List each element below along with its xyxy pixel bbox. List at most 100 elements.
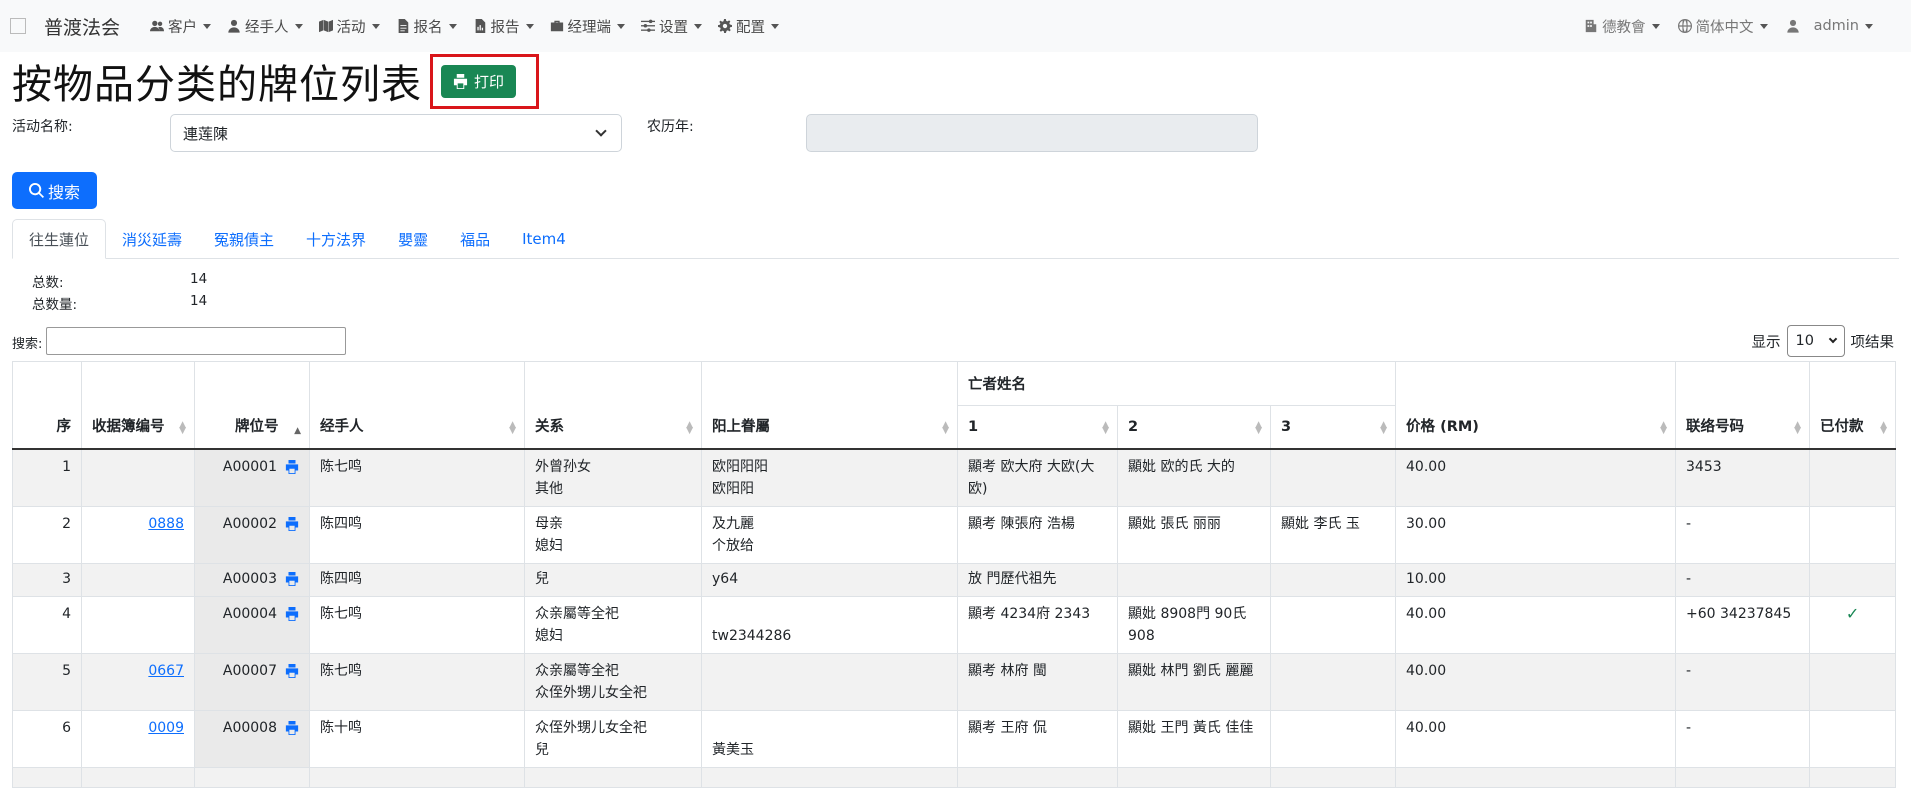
gear-icon [718, 19, 733, 33]
cell-relation: 众亲屬等全祀 媳妇 [524, 595, 702, 654]
cell-receipt: 0009 [81, 709, 195, 768]
building-icon [1585, 19, 1597, 33]
cell-deceased-2 [1117, 562, 1271, 597]
col-plate[interactable]: 牌位号 ▲ [194, 361, 310, 449]
nav-manager[interactable]: 经理端 [550, 16, 626, 37]
sort-icon: ▲ ▼ [1880, 419, 1888, 436]
printer-icon[interactable] [285, 516, 299, 531]
sort-icon: ▲ ▼ [1102, 419, 1109, 436]
cell-receipt: 0667 [81, 652, 195, 711]
col-deceased-3-label: 3 [1281, 418, 1292, 435]
tab-rebirth[interactable]: 往生蓮位 [12, 219, 107, 259]
nav-config[interactable]: 配置 [718, 16, 780, 37]
receipt-link[interactable]: 0888 [148, 516, 184, 532]
relation-line: 兒 [535, 741, 549, 758]
tab-ten-directions[interactable]: 十方法界 [290, 219, 382, 259]
caret-down-icon [294, 23, 303, 29]
nav-label: 报名 [413, 19, 443, 36]
relation-line: 众侄外甥儿女全祀 [535, 684, 647, 701]
print-label: 打印 [474, 72, 505, 91]
printer-icon[interactable] [285, 663, 299, 678]
col-handler[interactable]: 经手人 ▲ ▼ [309, 361, 525, 449]
relation-line: 母亲 [535, 515, 563, 532]
cell-handler: 陈七鸣 [309, 595, 525, 654]
receipt-link[interactable]: 0009 [148, 720, 184, 736]
col-residence[interactable]: 阳上眷屬 ▲ ▼ [701, 361, 958, 449]
col-receipt[interactable]: 收据簿编号 ▲ ▼ [81, 361, 195, 449]
cell-contact: - [1675, 652, 1811, 711]
col-residence-label: 阳上眷屬 [712, 418, 770, 435]
cell-relation: 众亲屬等全祀 众侄外甥儿女全祀 [524, 652, 702, 711]
tab-longevity[interactable]: 消災延壽 [106, 219, 198, 259]
nav-org-selector[interactable]: 德教會 [1584, 16, 1660, 37]
cell-handler: 陈四鸣 [309, 505, 525, 564]
cell-seq: 2 [12, 505, 82, 564]
tab-blessing-items[interactable]: 福品 [444, 219, 506, 259]
receipt-link[interactable]: 0667 [148, 663, 184, 679]
col-deceased-group-label: 亡者姓名 [968, 377, 1026, 393]
col-paid[interactable]: 已付款 ▲ ▼ [1809, 361, 1897, 449]
cell-deceased-3 [1269, 448, 1397, 507]
col-deceased-2[interactable]: 2 ▲ ▼ [1117, 405, 1271, 449]
globe-icon [1677, 19, 1692, 33]
col-plate-label: 牌位号 [235, 418, 279, 435]
col-price[interactable]: 价格 (RM) ▲ ▼ [1395, 361, 1677, 449]
cell-plate: A00004 [194, 595, 310, 654]
show-label: 显示 [1751, 334, 1781, 351]
users-icon [150, 20, 165, 32]
nav-events[interactable]: 活动 [318, 16, 380, 37]
col-relation[interactable]: 关系 ▲ ▼ [524, 361, 702, 449]
table-search-input[interactable] [46, 327, 346, 355]
search-button-label: 搜索 [47, 182, 80, 202]
relation-line: 媳妇 [535, 627, 563, 644]
printer-icon[interactable] [285, 459, 299, 474]
total-value: 14 [190, 271, 208, 287]
cell-deceased-1: 放 門歷代祖先 [957, 562, 1118, 597]
nav-label: 报告 [490, 19, 520, 36]
plate-number: A00002 [222, 515, 277, 532]
sort-icon: ▲ ▼ [1660, 419, 1668, 436]
nav-label: 设置 [659, 19, 689, 36]
nav-registration[interactable]: 报名 [396, 16, 457, 37]
col-seq[interactable]: 序 [12, 361, 82, 449]
cell-deceased-1: 顯考 欧大府 大欧(大欧) [957, 448, 1118, 507]
tab-infant-spirits[interactable]: 嬰靈 [382, 219, 444, 259]
cell-deceased-2: 顯妣 8908門 90氏 908 [1117, 595, 1271, 654]
cell-receipt [81, 595, 195, 654]
col-deceased-1[interactable]: 1 ▲ ▼ [957, 405, 1118, 449]
map-icon [318, 19, 333, 33]
sort-icon: ▲ ▼ [1794, 419, 1802, 436]
tab-karmic-creditors[interactable]: 冤親債主 [198, 219, 290, 259]
residence-line: 个放给 [712, 537, 754, 554]
printer-icon[interactable] [285, 571, 299, 586]
page-length-select[interactable]: 10 [1786, 325, 1845, 357]
search-button[interactable]: 搜索 [12, 172, 97, 209]
nav-handlers[interactable]: 经手人 [227, 16, 303, 37]
col-paid-label: 已付款 [1820, 418, 1864, 435]
col-contact[interactable]: 联络号码 ▲ ▼ [1675, 361, 1811, 449]
relation-line: 外曾孙女 [535, 458, 591, 475]
nav-reports[interactable]: 报告 [473, 16, 534, 37]
nav-right: 德教會 简体中文 admin [1584, 0, 1891, 52]
col-price-label: 价格 (RM) [1406, 418, 1479, 435]
nav-language-selector[interactable]: 简体中文 [1677, 16, 1768, 37]
cell-paid [1809, 709, 1897, 768]
col-deceased-3[interactable]: 3 ▲ ▼ [1269, 405, 1397, 449]
nav-customers[interactable]: 客户 [150, 16, 212, 37]
plate-number: A00004 [222, 605, 277, 622]
print-button[interactable]: 打印 [441, 64, 517, 98]
filter-row: 活动名称: 連莲陳 农历年: [0, 112, 1911, 166]
table-row: 1 A00001 陈七鸣 外曾孙女 其他 欧阳阳阳 欧阳阳 顯考 欧大府 大欧(大欧) 顯妣 欧… [12, 448, 1897, 507]
relation-line: 众亲屬等全祀 [535, 605, 619, 622]
sort-icon: ▲ ▼ [686, 419, 693, 436]
cell-contact: - [1675, 505, 1811, 564]
org-name: 德教會 [1602, 19, 1646, 36]
nav-settings[interactable]: 设置 [641, 16, 703, 37]
tab-item4[interactable]: Item4 [506, 219, 582, 259]
nav-user-menu[interactable]: admin [1786, 18, 1873, 34]
event-select[interactable]: 連莲陳 [170, 114, 622, 152]
cell-receipt: 0888 [81, 505, 195, 564]
printer-icon[interactable] [285, 606, 299, 621]
brand[interactable]: 普渡法会 [10, 13, 120, 40]
printer-icon[interactable] [285, 720, 299, 735]
